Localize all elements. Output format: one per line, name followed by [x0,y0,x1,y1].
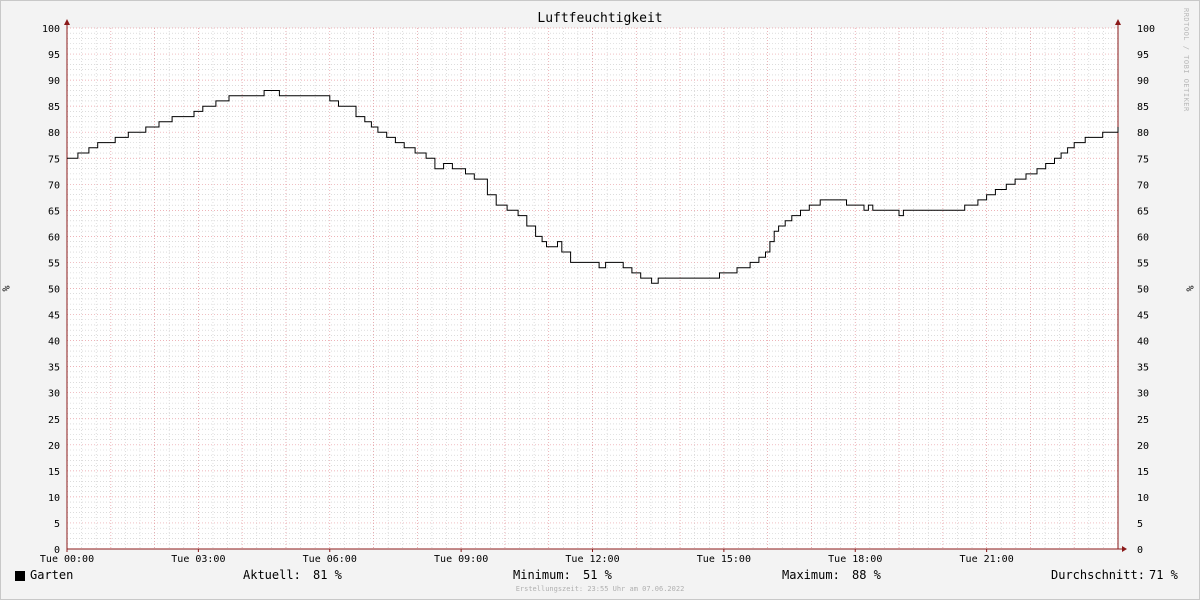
x-tick-label: Tue 00:00 [40,554,94,565]
y-tick-label-right: 5 [1137,519,1143,530]
stat-avg-label: Durchschnitt: [1051,568,1145,582]
x-tick-label: Tue 12:00 [565,554,619,565]
y-tick-label-right: 85 [1137,102,1149,113]
y-tick-label-left: 65 [48,206,60,217]
y-tick-label-right: 15 [1137,467,1149,478]
y-tick-label-left: 25 [48,415,60,426]
stat-min-value: 51 % [583,568,612,582]
y-tick-label-left: 45 [48,311,60,322]
y-tick-label-right: 70 [1137,180,1149,191]
y-tick-label-left: 55 [48,258,60,269]
chart-svg: 0 05 510 1015 1520 2025 2530 3035 3540 4045 4550 50… [40,19,1155,565]
y-tick-label-right: 90 [1137,76,1149,87]
y-tick-label-right: 45 [1137,311,1149,322]
creation-time: Erstellungszeit: 23:55 Uhr am 07.06.2022 [515,585,685,593]
y-tick-label-right: 20 [1137,441,1149,452]
y-tick-label-left: 50 [48,285,60,296]
x-tick-label: Tue 18:00 [828,554,882,565]
y-tick-label-left: 70 [48,180,60,191]
y-tick-label-left: 75 [48,154,60,165]
y-tick-label-left: 60 [48,232,60,243]
y-tick-label-left: 30 [48,389,60,400]
stat-max-label: Maximum: [782,568,840,582]
y-tick-label-right: 35 [1137,363,1149,374]
y-axis-label-right: % [1185,285,1197,292]
stat-min-label: Minimum: [513,568,571,582]
y-tick-label-left: 85 [48,102,60,113]
y-tick-label-right: 0 [1137,545,1143,556]
y-tick-label-left: 10 [48,493,60,504]
stat-avg-value: 71 % [1149,568,1178,582]
legend-swatch [15,571,25,581]
y-tick-label-left: 35 [48,363,60,374]
stat-max-value: 88 % [852,568,881,582]
y-tick-label-right: 80 [1137,128,1149,139]
stat-current-label: Aktuell: [243,568,301,582]
y-tick-label-right: 65 [1137,206,1149,217]
x-axis-arrow [1122,546,1127,552]
x-tick-label: Tue 09:00 [434,554,488,565]
y-tick-label-right: 75 [1137,154,1149,165]
y-tick-label-left: 20 [48,441,60,452]
y-tick-label-right: 60 [1137,232,1149,243]
x-tick-label: Tue 03:00 [171,554,225,565]
y-tick-label-right: 55 [1137,258,1149,269]
y-tick-label-right: 50 [1137,285,1149,296]
y-tick-label-left: 95 [48,50,60,61]
x-tick-label: Tue 15:00 [697,554,751,565]
y-tick-label-right: 40 [1137,337,1149,348]
y-tick-label-right: 95 [1137,50,1149,61]
y-tick-label-left: 5 [54,519,60,530]
x-tick-label: Tue 21:00 [960,554,1014,565]
x-tick-label: Tue 06:00 [303,554,357,565]
y-tick-label-right: 30 [1137,389,1149,400]
y-tick-label-left: 40 [48,337,60,348]
y-tick-label-right: 10 [1137,493,1149,504]
y-tick-label-left: 15 [48,467,60,478]
y-axis-label-left: % [1,285,13,292]
y-tick-label-left: 80 [48,128,60,139]
chart-title: Luftfeuchtigkeit [537,11,663,26]
y-tick-label-right: 25 [1137,415,1149,426]
legend-label: Garten [30,568,74,582]
y-tick-label-left: 90 [48,76,60,87]
stat-current-value: 81 % [313,568,342,582]
watermark: RRDTOOL / TOBI OETIKER [1182,8,1190,112]
